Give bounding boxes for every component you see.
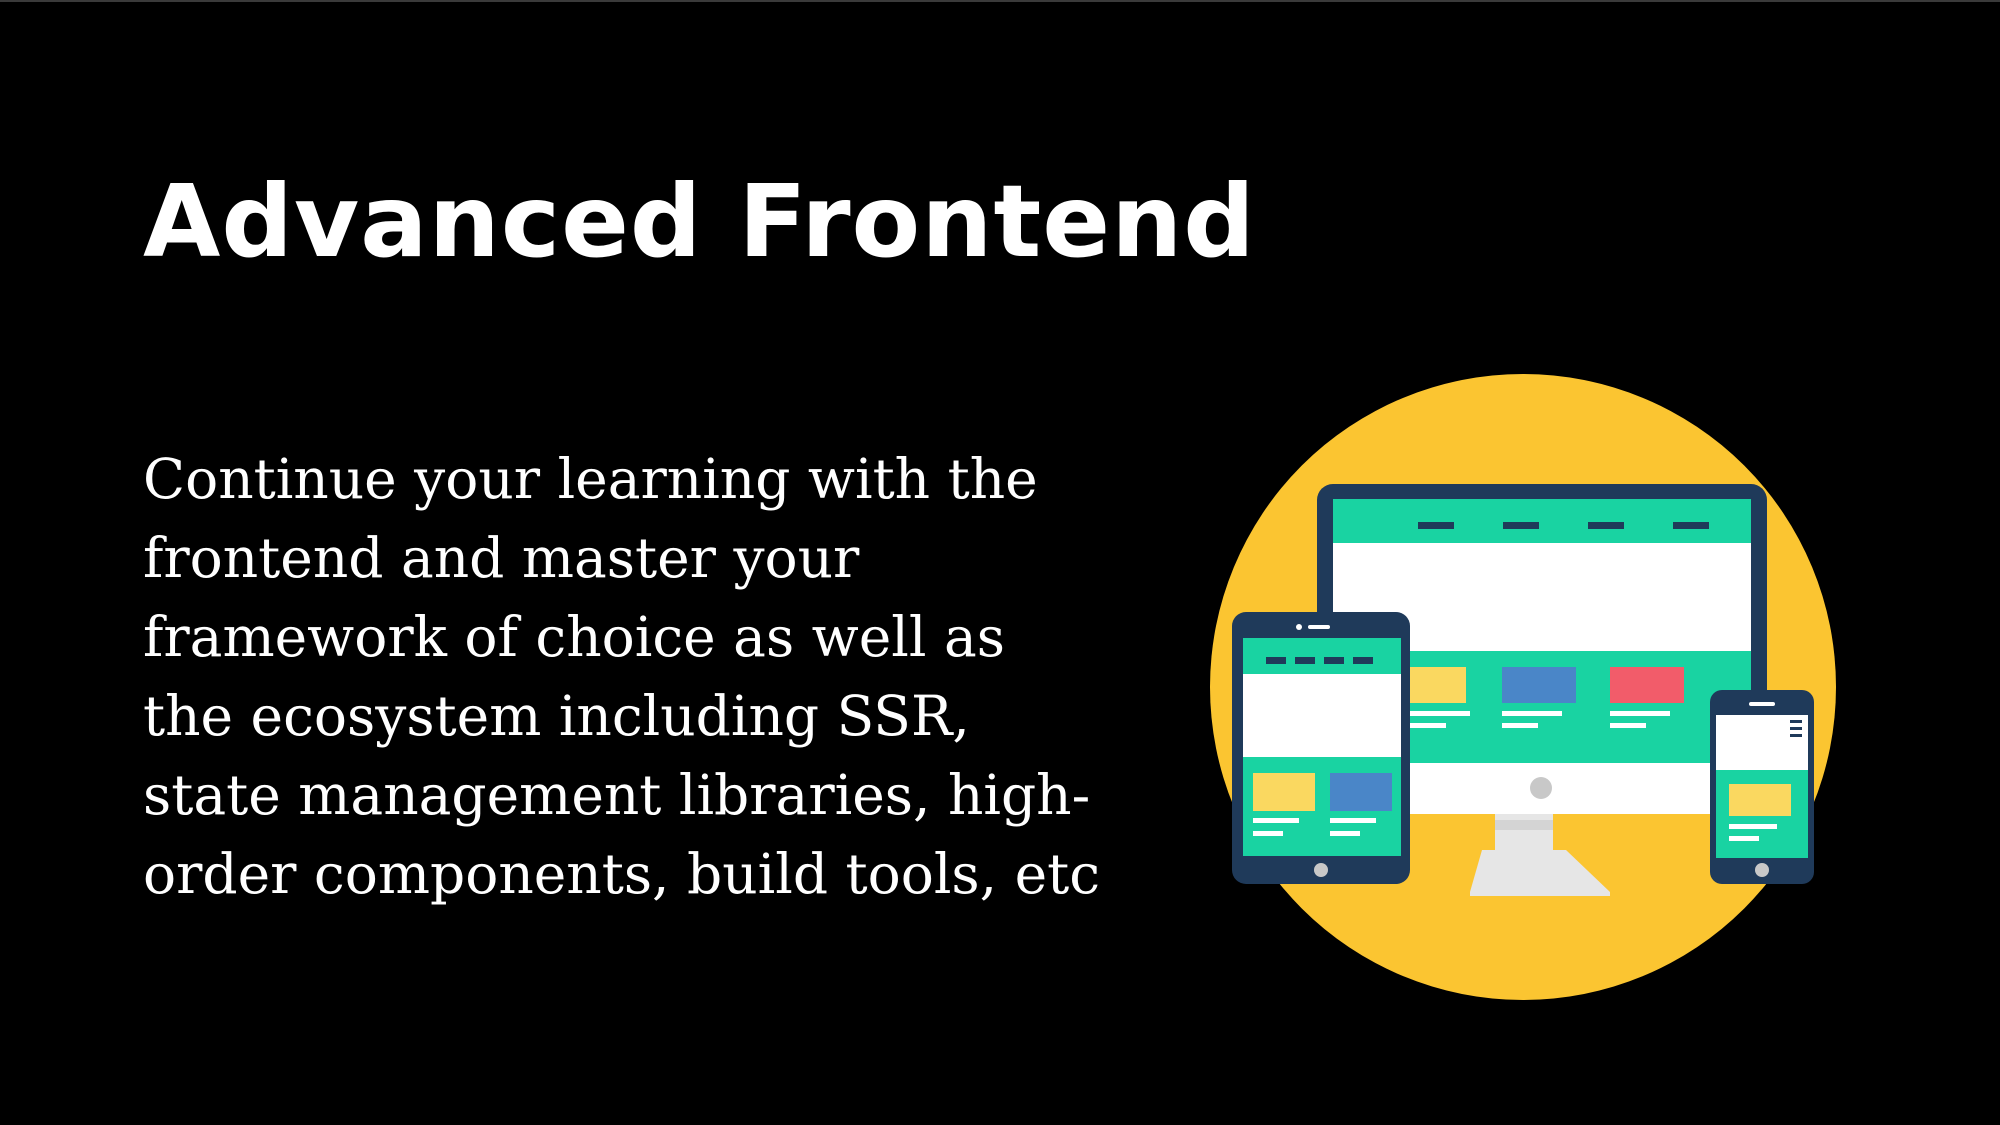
slide-title: Advanced Frontend — [143, 163, 1256, 280]
body-line: frontend and master your — [143, 526, 860, 590]
tablet-icon — [1232, 612, 1410, 884]
body-line: Continue your learning with the — [143, 447, 1038, 511]
responsive-devices-icon — [1210, 374, 1836, 1000]
smartphone-icon — [1710, 690, 1814, 884]
body-line: order components, build tools, etc — [143, 842, 1101, 906]
body-line: framework of choice as well as — [143, 605, 1005, 669]
body-line: state management libraries, high- — [143, 763, 1091, 827]
body-line: the ecosystem including SSR, — [143, 684, 970, 748]
slide: Advanced Frontend Continue your learning… — [0, 0, 2000, 1125]
slide-body-text: Continue your learning with the frontend… — [143, 440, 1123, 914]
